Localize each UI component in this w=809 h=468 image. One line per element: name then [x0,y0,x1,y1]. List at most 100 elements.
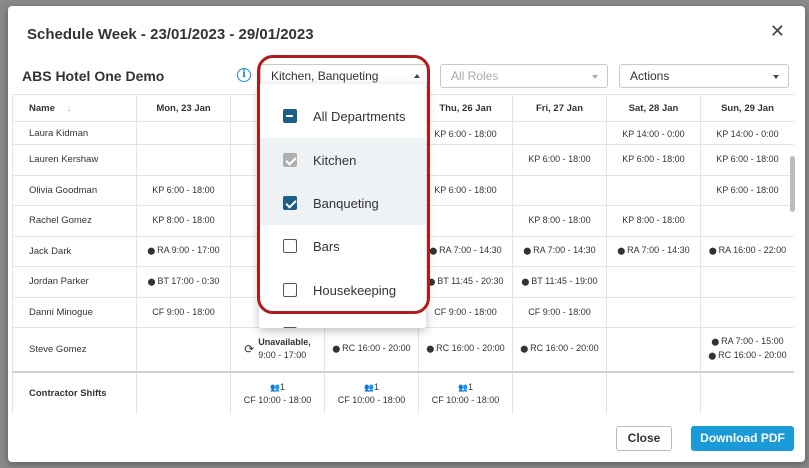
roles-select[interactable]: All Roles [440,64,608,88]
dropdown-item-partial[interactable] [259,312,426,328]
people-icon: 👥 [458,382,468,392]
shift-cell[interactable]: KP 14:00 - 0:00 [606,121,701,145]
shift-cell[interactable]: KP 6:00 - 18:00 [418,174,513,206]
shift-label: ⬤ BT 11:45 - 19:00 [513,275,606,289]
shift-cell[interactable] [512,174,607,206]
column-header-fri: Fri, 27 Jan [512,94,607,122]
contractor-shift-cell[interactable]: 👥1 CF 10:00 - 18:00 [324,370,419,414]
shift-cell[interactable]: ⬤ RA 7:00 - 14:30 [418,235,513,267]
shift-cell[interactable]: ⬤ RA 9:00 - 17:00 [136,235,231,267]
shift-label: KP 8:00 - 18:00 [607,214,700,227]
actions-select[interactable]: Actions [619,64,789,88]
dropdown-item-housekeeping[interactable]: Housekeeping [259,268,426,312]
shift-cell[interactable]: ⬤ RA 7:00 - 14:30 [512,235,607,267]
shift-label: ⬤ RC 16:00 - 20:00 [419,342,512,356]
shift-cell[interactable] [700,205,794,237]
shift-cell[interactable]: CF 9:00 - 18:00 [512,296,607,328]
shift-cell[interactable]: ⬤ RA 7:00 - 14:30 [606,235,701,267]
shift-cell[interactable]: KP 6:00 - 18:00 [136,174,231,206]
sort-arrow-icon[interactable]: ↓ [67,103,72,113]
department-dropdown-menu: All Departments Kitchen Banqueting Bars … [259,84,426,328]
shift-cell[interactable]: KP 6:00 - 18:00 [606,144,701,176]
unavailable-text: Unavailable, 9:00 - 17:00 [258,336,311,362]
shift-cell[interactable]: ⬤ RA 16:00 - 22:00 [700,235,794,267]
shift-cell[interactable]: ⬤ RC 16:00 - 20:00 [512,327,607,372]
shift-cell[interactable] [136,144,231,176]
shift-cell[interactable]: ⬤ BT 17:00 - 0:30 [136,266,231,298]
employee-name[interactable]: Danni Minogue [12,296,137,328]
shift-text: KP 6:00 - 18:00 [152,184,215,195]
shift-cell[interactable] [418,144,513,176]
shift-text: RA 7:00 - 14:30 [627,245,690,256]
shift-cell[interactable] [512,121,607,145]
shift-text: BT 17:00 - 0:30 [157,275,220,286]
shift-cell[interactable] [700,266,794,298]
column-header-sat: Sat, 28 Jan [606,94,701,122]
shift-label: ⬤ RC 16:00 - 20:00 [701,349,794,363]
shift-cell[interactable] [606,266,701,298]
dropdown-item-banqueting[interactable]: Banqueting [259,181,426,225]
unavailable-time: 9:00 - 17:00 [258,350,307,361]
checkbox-checked-icon[interactable] [283,196,297,210]
shift-label: ⬤ BT 11:45 - 20:30 [419,275,512,289]
employee-name[interactable]: Jordan Parker [12,266,137,298]
shift-cell[interactable] [418,205,513,237]
dropdown-item-bars[interactable]: Bars [259,224,426,268]
chevron-down-icon [592,75,598,79]
shift-cell[interactable]: KP 8:00 - 18:00 [606,205,701,237]
shift-cell[interactable] [136,327,231,372]
shift-text: BT 11:45 - 20:30 [437,275,504,286]
shift-cell[interactable]: KP 8:00 - 18:00 [512,205,607,237]
shift-label: KP 6:00 - 18:00 [419,184,512,197]
close-button[interactable]: Close [616,426,672,451]
shift-label: ⬤ RA 7:00 - 14:30 [419,244,512,258]
shift-cell[interactable]: CF 9:00 - 18:00 [418,296,513,328]
shift-cell[interactable]: ⬤ BT 11:45 - 20:30 [418,266,513,298]
info-icon[interactable]: i [237,68,251,82]
contractor-shift-cell[interactable]: 👥1 CF 10:00 - 18:00 [418,370,513,414]
shift-text: KP 6:00 - 18:00 [716,154,779,165]
employee-name[interactable]: Jack Dark [12,235,137,267]
shift-cell[interactable] [136,121,231,145]
shift-cell[interactable]: KP 8:00 - 18:00 [136,205,231,237]
employee-name[interactable]: Olivia Goodman [12,174,137,206]
employee-name[interactable]: Rachel Gomez [12,205,137,237]
shift-cell[interactable]: KP 6:00 - 18:00 [700,174,794,206]
checkbox-unchecked-icon[interactable] [283,327,297,328]
shift-cell[interactable] [606,327,701,372]
shift-cell[interactable] [606,296,701,328]
shift-cell[interactable]: KP 14:00 - 0:00 [700,121,794,145]
contractor-shift-cell[interactable]: 👥1 CF 10:00 - 18:00 [230,370,325,414]
download-pdf-button[interactable]: Download PDF [691,426,794,451]
shift-cell[interactable] [606,174,701,206]
checkbox-unchecked-icon[interactable] [283,283,297,297]
shift-cell[interactable]: KP 6:00 - 18:00 [418,121,513,145]
unavailable-cell[interactable]: ⟳ Unavailable, 9:00 - 17:00 [230,327,325,372]
dropdown-item-all-departments[interactable]: All Departments [259,94,426,138]
employee-name[interactable]: Laura Kidman [12,121,137,145]
checkbox-checked-disabled-icon[interactable] [283,153,297,167]
close-icon[interactable]: ✕ [770,22,785,40]
shift-cell[interactable]: KP 6:00 - 18:00 [512,144,607,176]
shift-cell[interactable]: ⬤ RC 16:00 - 20:00 [324,327,419,372]
table-scrollbar[interactable] [790,156,795,212]
shift-cell[interactable]: ⬤ RC 16:00 - 20:00 [418,327,513,372]
shift-cell[interactable] [606,370,701,414]
shift-cell[interactable] [136,370,231,414]
shift-cell[interactable]: CF 9:00 - 18:00 [136,296,231,328]
checkbox-unchecked-icon[interactable] [283,239,297,253]
column-header-name[interactable]: Name ↓ [12,94,137,122]
shift-text: KP 6:00 - 18:00 [716,184,779,195]
shift-cell[interactable]: ⬤ BT 11:45 - 19:00 [512,266,607,298]
shift-cell[interactable]: ⬤ RA 7:00 - 15:00 ⬤ RC 16:00 - 20:00 [700,327,794,372]
contractor-shift-text: CF 10:00 - 18:00 [243,394,312,405]
shift-cell[interactable] [512,370,607,414]
dropdown-item-kitchen[interactable]: Kitchen [259,138,426,182]
employee-name[interactable]: Lauren Kershaw [12,144,137,176]
employee-name[interactable]: Steve Gomez [12,327,137,372]
shift-cell[interactable]: KP 6:00 - 18:00 [700,144,794,176]
shift-cell[interactable] [700,370,794,414]
checkbox-indeterminate-icon[interactable] [283,109,297,123]
shift-cell[interactable] [700,296,794,328]
shift-label: KP 14:00 - 0:00 [607,128,700,141]
